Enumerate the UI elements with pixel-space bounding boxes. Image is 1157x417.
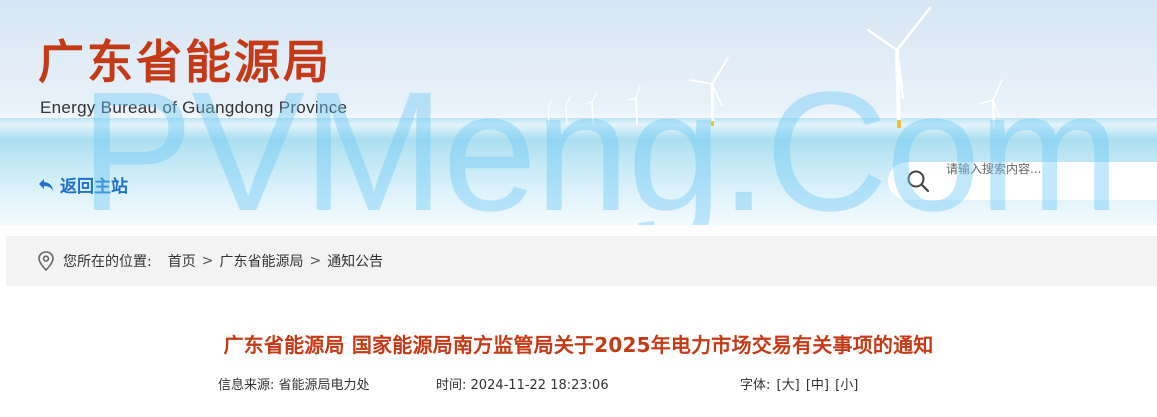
back-arrow-icon bbox=[39, 178, 53, 191]
breadcrumb-notices[interactable]: 通知公告 bbox=[327, 251, 383, 271]
breadcrumb-energy-bureau[interactable]: 广东省能源局 bbox=[219, 251, 303, 271]
breadcrumb-separator: > bbox=[309, 253, 322, 269]
search-box bbox=[888, 158, 1157, 200]
article-source: 信息来源: 省能源局电力处 bbox=[218, 374, 370, 393]
site-logo-subtitle: Energy Bureau of Guangdong Province bbox=[40, 98, 348, 117]
font-size-medium[interactable]: [中] bbox=[806, 378, 829, 393]
breadcrumb-home[interactable]: 首页 bbox=[168, 251, 196, 271]
font-size-small[interactable]: [小] bbox=[835, 378, 858, 393]
search-icon[interactable] bbox=[906, 169, 930, 193]
source-value: 省能源局电力处 bbox=[278, 378, 370, 393]
font-size-large[interactable]: [大] bbox=[777, 378, 800, 393]
font-size-label: 字体: bbox=[740, 378, 771, 393]
back-home-label: 返回主站 bbox=[60, 177, 128, 196]
breadcrumb-prefix: 您所在的位置: bbox=[63, 254, 152, 270]
article-title: 广东省能源局 国家能源局南方监管局关于2025年电力市场交易有关事项的通知 bbox=[223, 333, 934, 357]
location-pin-icon bbox=[37, 251, 55, 271]
back-home-link[interactable]: 返回主站 bbox=[38, 172, 128, 197]
article-time: 时间: 2024-11-22 18:23:06 bbox=[436, 374, 609, 393]
header-banner: 广东省能源局 Energy Bureau of Guangdong Provin… bbox=[0, 0, 1157, 225]
search-input[interactable] bbox=[944, 158, 1148, 180]
source-label: 信息来源: bbox=[218, 378, 275, 393]
site-logo-title: 广东省能源局 bbox=[38, 35, 332, 89]
time-label: 时间: bbox=[436, 378, 467, 393]
font-size-controls: 字体: [大] [中] [小] bbox=[740, 374, 858, 393]
time-value: 2024-11-22 18:23:06 bbox=[470, 378, 609, 393]
breadcrumb: 您所在的位置: 首页 > 广东省能源局 > 通知公告 bbox=[6, 236, 1157, 286]
breadcrumb-separator: > bbox=[201, 253, 214, 269]
